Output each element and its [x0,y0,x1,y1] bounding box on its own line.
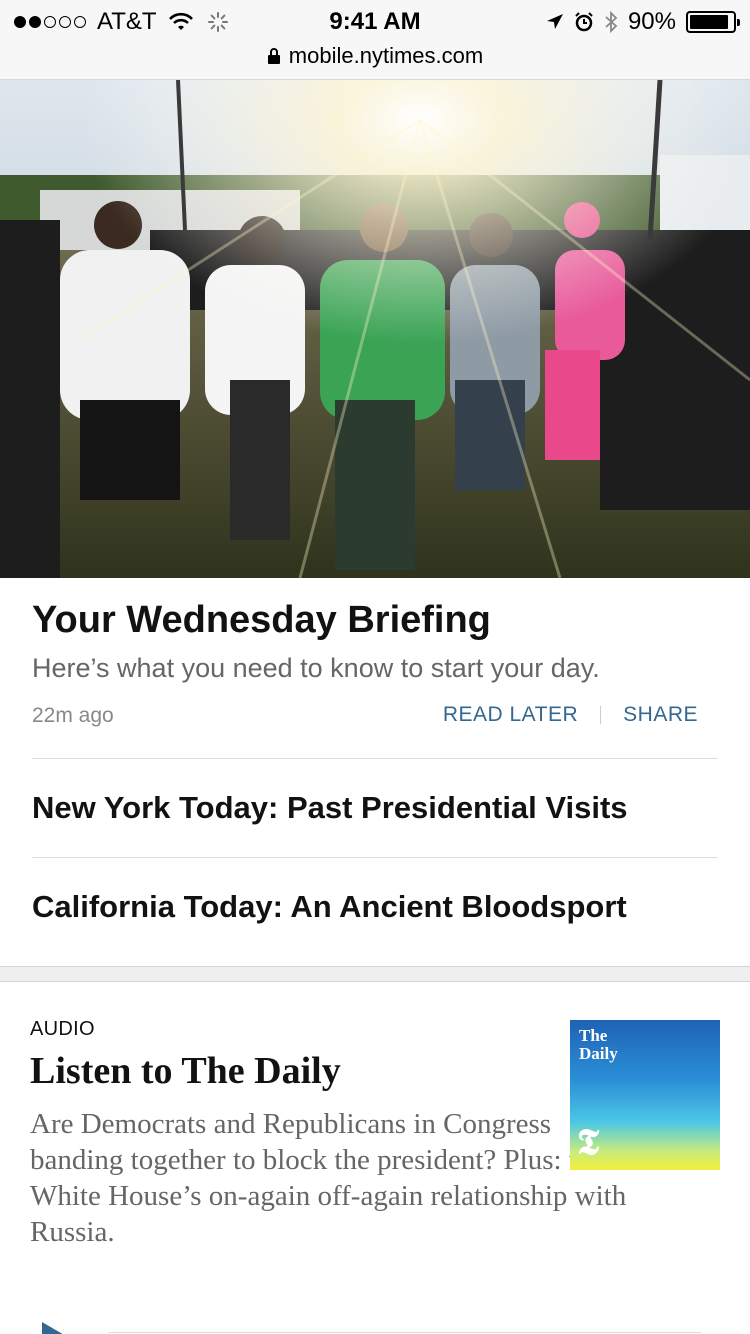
location-arrow-icon [546,14,563,29]
action-divider [600,706,602,724]
article-meta: 22m ago READ LATER SHARE [32,700,718,734]
battery-icon [686,11,740,33]
url-field[interactable]: mobile.nytimes.com [289,43,483,69]
read-later-button[interactable]: READ LATER [443,703,578,727]
status-bar: AT&T 9:41 AM 90% mobile.nytimes.com [0,0,750,80]
lock-icon [267,48,280,64]
article-summary: Here’s what you need to know to start yo… [32,653,600,683]
section-divider [0,966,750,982]
timestamp: 22m ago [32,704,114,727]
section-kicker: AUDIO [30,1018,95,1040]
nyt-logo-icon: 𝕿 [577,1122,600,1162]
photo-people-holding-hands-vigil [0,80,750,578]
hero-photo[interactable] [0,80,750,578]
alarm-icon [575,12,593,32]
divider [32,857,718,858]
related-article-link[interactable]: California Today: An Ancient Bloodsport [32,887,718,927]
briefing-article[interactable]: Your Wednesday Briefing Here’s what you … [32,596,718,686]
audio-headline[interactable]: Listen to The Daily [30,1046,341,1096]
divider [32,758,718,759]
bluetooth-icon [605,11,618,33]
thumb-title: The Daily [579,1026,618,1063]
share-button[interactable]: SHARE [623,703,698,727]
play-icon[interactable] [42,1322,66,1334]
article-headline[interactable]: Your Wednesday Briefing [32,596,718,644]
audio-progress-track[interactable] [108,1332,702,1333]
the-daily-artwork[interactable]: The Daily 𝕿 [570,1020,720,1170]
audio-summary: Are Democrats and Republicans in Congres… [30,1108,627,1248]
battery-percent: 90% [627,8,676,35]
related-article-link[interactable]: New York Today: Past Presidential Visits [32,788,718,828]
